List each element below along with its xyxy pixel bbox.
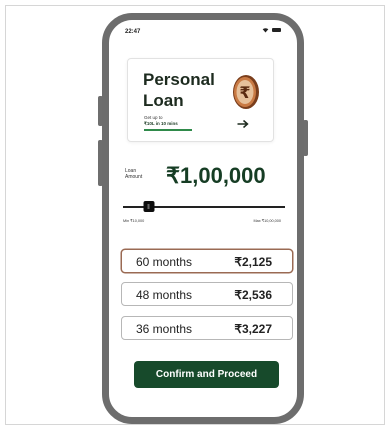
loan-subtitle-line2: ₹10L in 10 mins [144,121,178,126]
loan-amount-label: Loan Amount [125,168,143,180]
battery-icon [272,28,281,32]
loan-amount-value: ₹1,00,000 [166,163,266,188]
status-icons [262,27,281,33]
rupee-coin-icon: ₹ [233,75,259,109]
plan-emi: ₹2,125 [234,255,272,269]
emi-plan-36[interactable]: 36 months ₹3,227 [121,316,293,340]
plan-emi: ₹2,536 [234,288,272,302]
plan-emi: ₹3,227 [234,322,272,336]
plan-months: 48 months [136,288,193,302]
wifi-icon [262,28,269,33]
svg-text:₹: ₹ [239,83,250,102]
slider-handle[interactable] [143,201,155,212]
slider-min-label: Min ₹10,000 [123,219,145,223]
confirm-and-proceed-button[interactable]: Confirm and Proceed [134,361,279,388]
personal-loan-card[interactable]: Personal Loan Get up to ₹10L in 10 mins … [127,58,274,142]
loan-underline [144,129,192,131]
arrow-right-icon[interactable] [237,119,249,129]
slider-max-label: Max ₹10,00,000 [253,219,281,223]
emi-plan-48[interactable]: 48 months ₹2,536 [121,282,293,306]
status-bar: 22:47 [109,20,297,42]
plan-months: 36 months [136,322,193,336]
plan-months: 60 months [136,255,193,269]
phone-screen: 22:47 Personal Loan Get up to ₹10L in 10… [102,13,304,424]
status-time: 22:47 [125,29,141,35]
loan-amount-slider[interactable] [123,201,285,213]
emi-plan-60[interactable]: 60 months ₹2,125 [121,249,293,273]
loan-title: Personal Loan [143,70,215,110]
loan-subtitle: Get up to ₹10L in 10 mins [144,115,178,127]
